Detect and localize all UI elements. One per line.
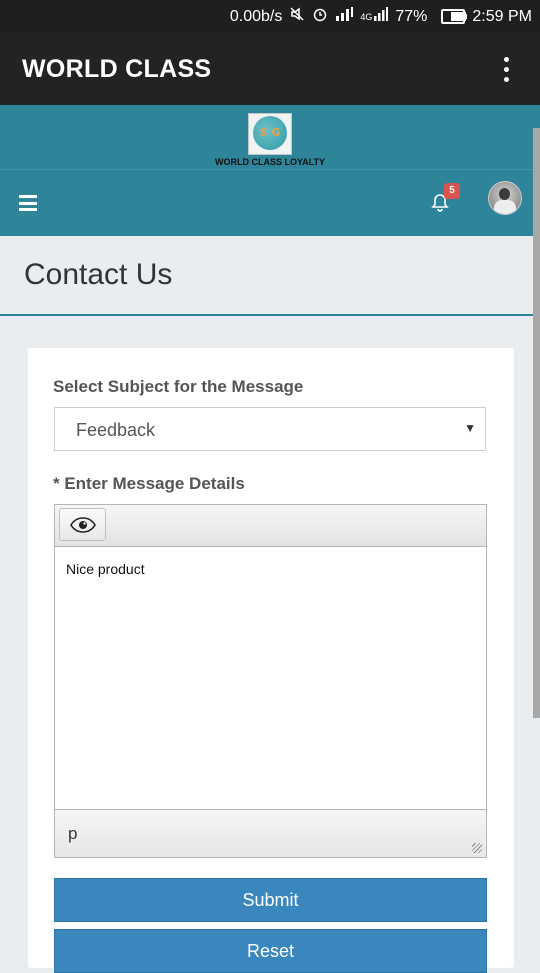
page-title-bar: Contact Us bbox=[0, 236, 533, 316]
message-text-area[interactable]: Nice product bbox=[66, 561, 145, 577]
notifications-button[interactable]: 5 bbox=[430, 183, 460, 213]
preview-button[interactable] bbox=[59, 508, 106, 541]
contact-form-card: Select Subject for the Message Feedback … bbox=[28, 348, 514, 973]
status-bar: 0.00b/s 4G 77% 2:59 PM bbox=[0, 0, 540, 33]
notification-count-badge: 5 bbox=[444, 183, 460, 199]
logo[interactable]: S G WORLD CLASS LOYALTY bbox=[0, 113, 540, 167]
overflow-menu-icon[interactable] bbox=[494, 54, 518, 84]
battery-percent: 77% bbox=[395, 7, 428, 25]
page-title: Contact Us bbox=[24, 258, 173, 291]
network-type: 4G bbox=[360, 11, 373, 22]
resize-handle-icon[interactable] bbox=[472, 843, 482, 853]
message-editor[interactable]: Nice product p bbox=[54, 504, 487, 858]
network-speed: 0.00b/s bbox=[229, 7, 283, 25]
signal-icon-2 bbox=[374, 7, 389, 26]
submit-button[interactable]: Submit bbox=[54, 878, 487, 922]
subject-selected-value: Feedback bbox=[76, 420, 156, 440]
editor-statusbar: p bbox=[55, 809, 486, 857]
scrollbar[interactable] bbox=[533, 128, 540, 718]
subject-select[interactable]: Feedback ▼ bbox=[54, 407, 486, 451]
logo-mark: S G bbox=[259, 126, 281, 139]
message-label: * Enter Message Details bbox=[53, 474, 245, 493]
subject-label: Select Subject for the Message bbox=[53, 377, 304, 396]
editor-toolbar bbox=[55, 505, 486, 547]
globe-logo-icon: S G bbox=[248, 113, 292, 155]
app-title: WORLD CLASS bbox=[22, 54, 212, 83]
mute-icon bbox=[289, 6, 305, 27]
logo-text: WORLD CLASS LOYALTY bbox=[215, 157, 325, 167]
header-divider bbox=[0, 169, 540, 170]
editor-element-path: p bbox=[68, 824, 78, 843]
clock: 2:59 PM bbox=[472, 7, 532, 25]
app-bar: WORLD CLASS bbox=[0, 33, 540, 105]
chevron-down-icon: ▼ bbox=[464, 421, 476, 435]
hamburger-menu-icon[interactable] bbox=[19, 195, 37, 211]
battery-icon bbox=[434, 8, 468, 26]
user-avatar[interactable] bbox=[488, 181, 522, 215]
site-header: S G WORLD CLASS LOYALTY 5 bbox=[0, 105, 540, 236]
eye-icon bbox=[69, 516, 96, 533]
alarm-icon bbox=[312, 6, 328, 27]
reset-button[interactable]: Reset bbox=[54, 929, 487, 973]
signal-icon bbox=[335, 7, 354, 26]
